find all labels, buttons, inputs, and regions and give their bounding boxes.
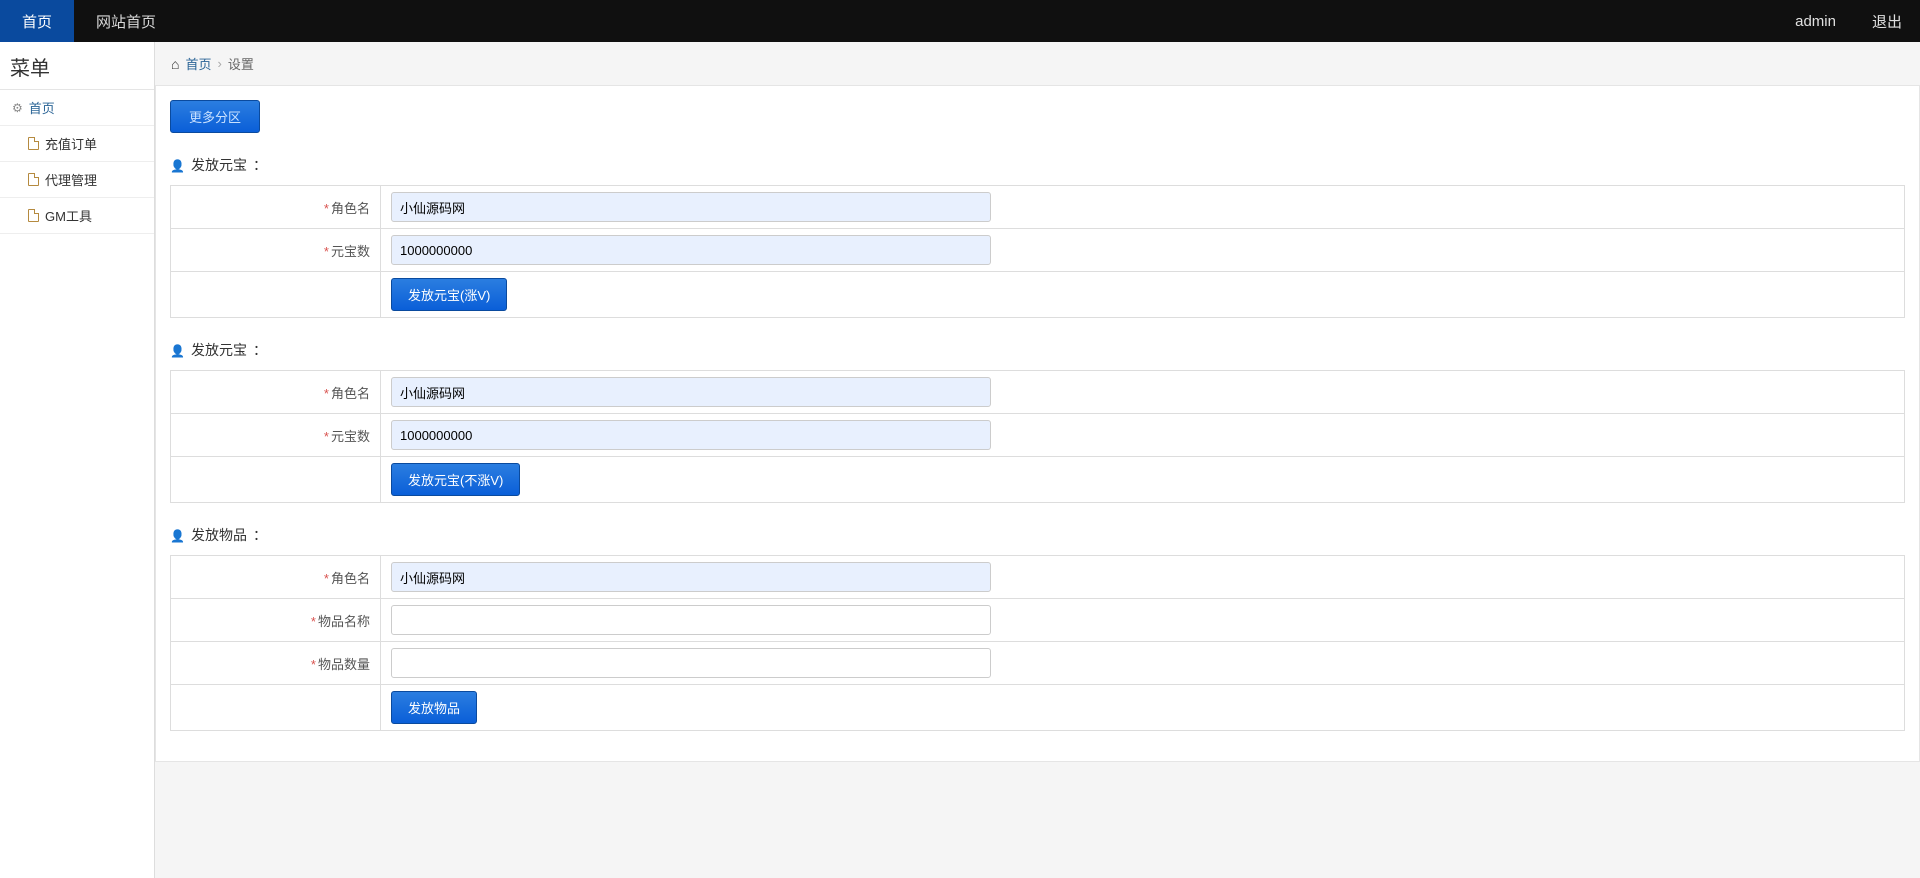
field-label-role: *角色名 [171, 556, 381, 599]
table-row: *元宝数 [171, 229, 1905, 272]
content-area: 首页 › 设置 更多分区 发放元宝 *角色名 *元宝数 [155, 42, 1920, 878]
section-distribute-yuanbao-vip: 发放元宝 *角色名 *元宝数 发放元宝(涨V) [170, 155, 1905, 318]
breadcrumb-separator: › [217, 56, 221, 71]
breadcrumb: 首页 › 设置 [155, 42, 1920, 86]
table-row: *角色名 [171, 556, 1905, 599]
person-icon [170, 527, 185, 543]
distribute-item-button[interactable]: 发放物品 [391, 691, 477, 724]
sidebar-item-label: 充值订单 [45, 134, 97, 153]
home-icon [171, 56, 179, 72]
sidebar-title: 菜单 [0, 42, 154, 90]
sidebar-menu: 首页 充值订单 代理管理 GM工具 [0, 90, 154, 234]
form-table: *角色名 *物品名称 *物品数量 发放物品 [170, 555, 1905, 731]
sidebar-item-gm-tools[interactable]: GM工具 [0, 198, 154, 234]
item-quantity-input[interactable] [391, 648, 991, 678]
person-icon [170, 342, 185, 358]
navbar-right: admin 退出 [1777, 0, 1920, 42]
nav-logout[interactable]: 退出 [1854, 11, 1920, 32]
table-row: 发放物品 [171, 685, 1905, 731]
region-button[interactable]: 更多分区 [170, 100, 260, 133]
sidebar-item-home[interactable]: 首页 [0, 90, 154, 126]
table-row: 发放元宝(涨V) [171, 272, 1905, 318]
form-table: *角色名 *元宝数 发放元宝(不涨V) [170, 370, 1905, 503]
sidebar-item-recharge-orders[interactable]: 充值订单 [0, 126, 154, 162]
sidebar-item-label: 代理管理 [45, 170, 97, 189]
table-row: *物品数量 [171, 642, 1905, 685]
table-row: *元宝数 [171, 414, 1905, 457]
field-label-item-qty: *物品数量 [171, 642, 381, 685]
nav-site-home[interactable]: 网站首页 [74, 0, 178, 42]
field-label-role: *角色名 [171, 371, 381, 414]
field-label-amount: *元宝数 [171, 414, 381, 457]
yuanbao-amount-input[interactable] [391, 235, 991, 265]
distribute-yuanbao-novip-button[interactable]: 发放元宝(不涨V) [391, 463, 520, 496]
file-icon [28, 209, 39, 222]
section-title: 发放元宝 [170, 340, 1905, 360]
item-name-input[interactable] [391, 605, 991, 635]
role-name-input[interactable] [391, 562, 991, 592]
table-row: *角色名 [171, 186, 1905, 229]
sidebar-item-label: GM工具 [45, 206, 92, 225]
sidebar-item-agent-management[interactable]: 代理管理 [0, 162, 154, 198]
yuanbao-amount-input[interactable] [391, 420, 991, 450]
table-row: 发放元宝(不涨V) [171, 457, 1905, 503]
field-label-item-name: *物品名称 [171, 599, 381, 642]
breadcrumb-home[interactable]: 首页 [185, 54, 211, 73]
section-title: 发放元宝 [170, 155, 1905, 175]
top-navbar: 首页 网站首页 admin 退出 [0, 0, 1920, 42]
section-distribute-item: 发放物品 *角色名 *物品名称 *物品数量 [170, 525, 1905, 731]
file-icon [28, 173, 39, 186]
sidebar: 菜单 首页 充值订单 代理管理 [0, 42, 155, 878]
section-distribute-yuanbao-novip: 发放元宝 *角色名 *元宝数 发放元宝(不涨V) [170, 340, 1905, 503]
distribute-yuanbao-vip-button[interactable]: 发放元宝(涨V) [391, 278, 507, 311]
section-title: 发放物品 [170, 525, 1905, 545]
section-title-text: 发放元宝 [191, 340, 247, 360]
table-row: *物品名称 [171, 599, 1905, 642]
sidebar-item-label: 首页 [29, 98, 55, 117]
gear-icon [12, 100, 23, 115]
person-icon [170, 157, 185, 173]
breadcrumb-current: 设置 [228, 54, 254, 73]
section-title-text: 发放元宝 [191, 155, 247, 175]
field-label-role: *角色名 [171, 186, 381, 229]
form-table: *角色名 *元宝数 发放元宝(涨V) [170, 185, 1905, 318]
main-panel: 更多分区 发放元宝 *角色名 *元宝数 [155, 86, 1920, 762]
nav-user[interactable]: admin [1777, 13, 1854, 30]
field-label-amount: *元宝数 [171, 229, 381, 272]
table-row: *角色名 [171, 371, 1905, 414]
role-name-input[interactable] [391, 377, 991, 407]
section-title-text: 发放物品 [191, 525, 247, 545]
navbar-left: 首页 网站首页 [0, 0, 178, 42]
role-name-input[interactable] [391, 192, 991, 222]
nav-home[interactable]: 首页 [0, 0, 74, 42]
file-icon [28, 137, 39, 150]
